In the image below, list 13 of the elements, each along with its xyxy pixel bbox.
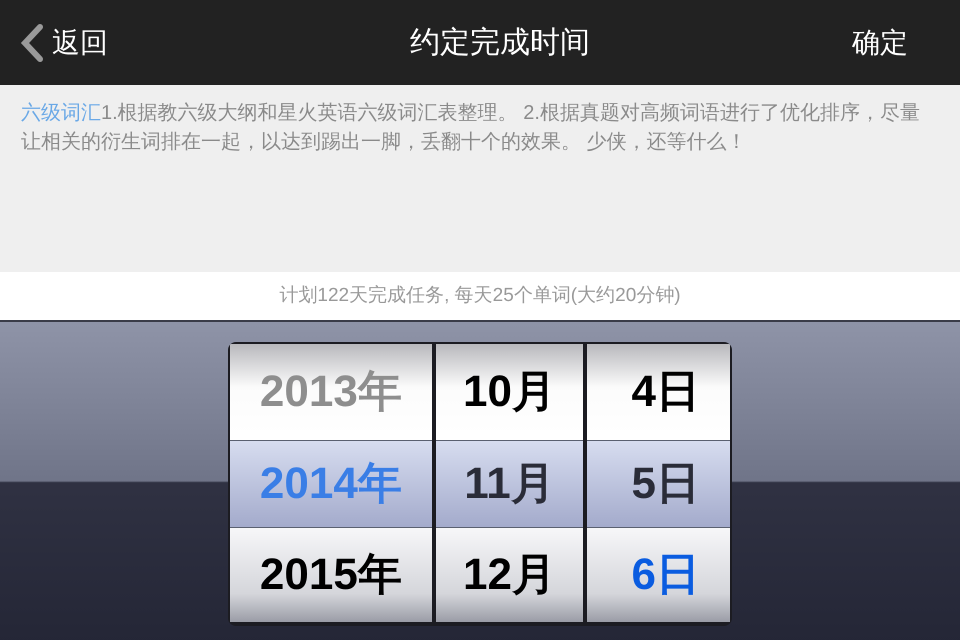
picker-item[interactable]: 10月 xyxy=(436,344,584,440)
picker-item[interactable]: 4日 xyxy=(587,344,730,440)
picker-item[interactable]: 5日 xyxy=(587,440,730,528)
picker-item[interactable]: 6日 xyxy=(587,528,730,622)
picker-item[interactable]: 12月 xyxy=(436,528,584,622)
nav-title: 约定完成时间 xyxy=(409,25,590,61)
description-text: 六级词汇1.根据教六级大纲和星火英语六级词汇表整理。 2.根据真题对高频词语进行了优化排序，尽量让相关的衍生词排在一起，以达到踢出一脚，丢翻十个的效果。 少侠，还等什么！ xyxy=(21,101,921,155)
confirm-button[interactable]: 确定 xyxy=(852,22,940,64)
picker-item[interactable]: 11月 xyxy=(436,440,584,528)
chevron-left-icon xyxy=(20,24,44,62)
plan-summary: 计划122天完成任务, 每天25个单词(大约20分钟) xyxy=(279,284,681,308)
picker-item[interactable]: 2015年 xyxy=(230,528,432,622)
back-button[interactable]: 返回 xyxy=(20,22,108,64)
